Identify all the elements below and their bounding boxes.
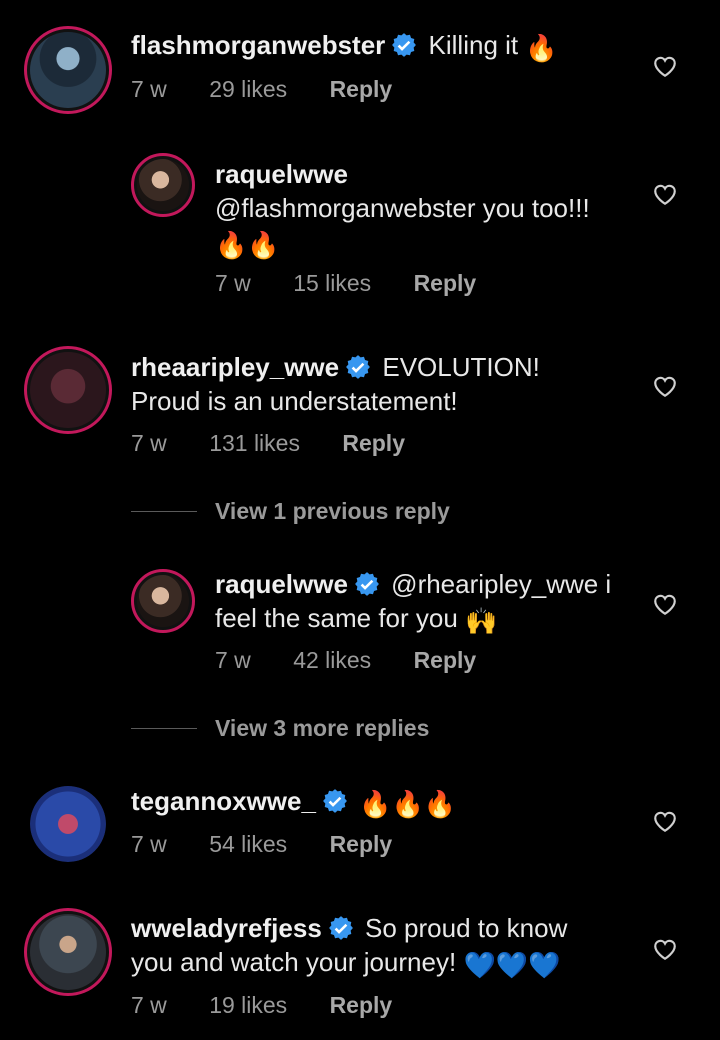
raising-hands-emoji: 🙌	[465, 606, 498, 636]
avatar[interactable]	[131, 569, 195, 633]
avatar	[30, 786, 106, 862]
heart-icon[interactable]	[652, 809, 678, 833]
username[interactable]: tegannoxwwe_	[131, 786, 316, 816]
timestamp: 7 w	[131, 430, 167, 456]
verified-badge-icon	[323, 789, 347, 813]
view-more-replies-button[interactable]: View 3 more replies	[215, 715, 429, 742]
timestamp: 7 w	[131, 992, 167, 1018]
reply-button[interactable]: Reply	[414, 647, 477, 673]
comment-text-line1: So proud to know	[365, 913, 568, 943]
verified-badge-icon	[355, 572, 379, 596]
timestamp: 7 w	[215, 270, 251, 296]
reply-button[interactable]: Reply	[330, 831, 393, 857]
timestamp: 7 w	[131, 831, 167, 857]
likes-count[interactable]: 131 likes	[209, 430, 300, 456]
reply-button[interactable]: Reply	[330, 76, 393, 102]
heart-icon[interactable]	[652, 54, 678, 78]
comment-text-line1: @rhearipley_wwe i	[391, 569, 612, 599]
avatar[interactable]	[131, 153, 195, 217]
divider-line	[131, 728, 197, 729]
heart-icon[interactable]	[652, 592, 678, 616]
username[interactable]: flashmorganwebster	[131, 30, 385, 60]
likes-count[interactable]: 15 likes	[293, 270, 371, 296]
likes-count[interactable]: 19 likes	[209, 992, 287, 1018]
likes-count[interactable]: 54 likes	[209, 831, 287, 857]
verified-badge-icon	[392, 33, 417, 57]
comment-text-line2: you and watch your journey!	[131, 947, 457, 977]
fire-emoji: 🔥	[525, 33, 558, 63]
reply-button[interactable]: Reply	[414, 270, 477, 296]
verified-badge-icon	[346, 355, 371, 379]
verified-badge-icon	[328, 916, 353, 940]
likes-count[interactable]: 42 likes	[293, 647, 371, 673]
divider-line	[131, 511, 197, 512]
heart-icon[interactable]	[652, 937, 678, 961]
username[interactable]: raquelwwe	[215, 569, 348, 599]
avatar[interactable]	[24, 26, 112, 114]
likes-count[interactable]: 29 likes	[209, 76, 287, 102]
reply-button[interactable]: Reply	[330, 992, 393, 1018]
avatar[interactable]	[24, 346, 112, 434]
username[interactable]: rheaaripley_wwe	[131, 352, 339, 382]
fire-emoji: 🔥🔥🔥	[359, 789, 457, 819]
comment-text-line1: EVOLUTION!	[382, 352, 540, 382]
fire-emoji: 🔥🔥	[215, 230, 280, 260]
blue-heart-emoji: 💙💙💙	[463, 950, 561, 980]
comment-text-line2: feel the same for you	[215, 603, 458, 633]
timestamp: 7 w	[131, 76, 167, 102]
comment-text-line2: Proud is an understatement!	[131, 386, 458, 416]
heart-icon[interactable]	[652, 374, 678, 398]
view-previous-replies-button[interactable]: View 1 previous reply	[215, 498, 450, 525]
timestamp: 7 w	[215, 647, 251, 673]
username[interactable]: wweladyrefjess	[131, 913, 322, 943]
heart-icon[interactable]	[652, 182, 678, 206]
avatar[interactable]	[24, 908, 112, 996]
username[interactable]: raquelwwe	[215, 159, 348, 189]
comment-text: @flashmorganwebster you too!!!	[215, 193, 590, 223]
reply-button[interactable]: Reply	[342, 430, 405, 456]
comment-text: Killing it	[428, 30, 519, 60]
